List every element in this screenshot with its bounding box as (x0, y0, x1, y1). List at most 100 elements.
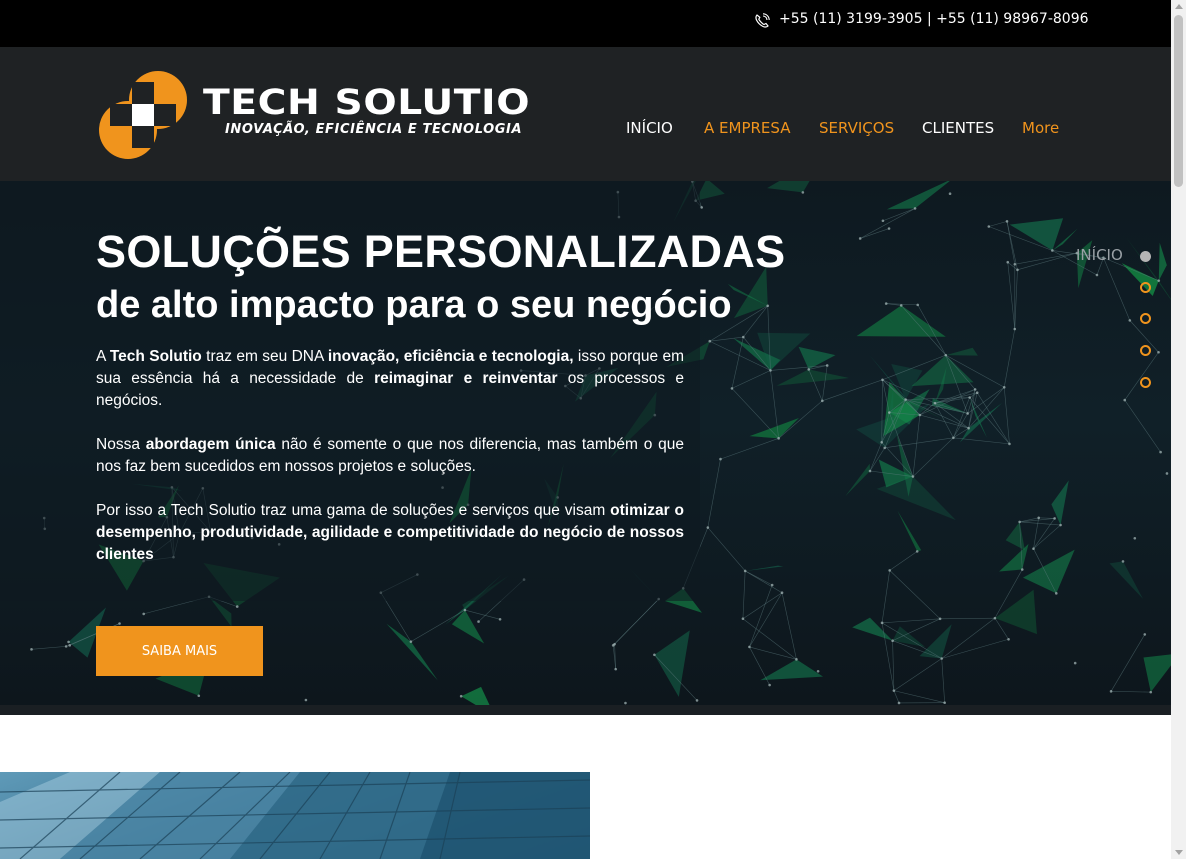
network-node (938, 617, 942, 621)
network-node (30, 648, 33, 651)
network-triangle (1158, 242, 1167, 281)
section-dot-5[interactable] (1140, 377, 1151, 388)
network-triangle (760, 659, 824, 681)
hero-title: SOLUÇÕES PERSONALIZADAS (96, 226, 786, 277)
network-node (891, 639, 894, 643)
network-node (477, 620, 480, 623)
network-node (67, 640, 70, 644)
network-node (816, 669, 820, 673)
network-triangle (386, 623, 438, 681)
network-node (1018, 520, 1021, 524)
network-node (1051, 249, 1054, 252)
network-node (118, 622, 121, 625)
network-node (1121, 560, 1125, 563)
network-line (881, 570, 890, 623)
network-node (1007, 637, 1010, 641)
network-node (614, 667, 617, 671)
nav-item-clientes[interactable]: CLIENTES (922, 119, 994, 137)
section-dot-1[interactable] (1140, 251, 1151, 262)
network-node (197, 694, 201, 698)
network-node (1143, 633, 1147, 636)
network-node (1002, 385, 1006, 389)
scroll-thumb[interactable] (1174, 15, 1183, 187)
phone-ring-icon (755, 13, 770, 28)
network-node (304, 698, 308, 702)
section-dot-2[interactable] (1140, 282, 1151, 293)
network-node (1159, 450, 1162, 454)
page: +55 (11) 3199-3905 | +55 (11) 98967-8096… (0, 0, 1171, 859)
network-node (498, 617, 502, 621)
network-line (1003, 328, 1016, 388)
network-line (1111, 691, 1151, 693)
network-line (781, 592, 797, 660)
network-line (941, 658, 945, 703)
network-node (968, 396, 971, 399)
network-line (884, 437, 954, 449)
hero-text-bold: Tech Solutio (109, 348, 202, 365)
network-line (912, 437, 954, 477)
network-node (730, 387, 734, 390)
network-line (893, 690, 945, 703)
network-triangle (886, 181, 950, 210)
logo-wordmark[interactable]: TECH SOLUTIO (203, 83, 530, 123)
scroll-down-arrow-icon[interactable] (1175, 850, 1183, 855)
network-node (706, 526, 710, 529)
hero-subtitle: de alto impacto para o seu negócio (96, 284, 732, 326)
network-triangle (1022, 549, 1075, 594)
network-line (860, 208, 916, 239)
nav-item-a-empresa[interactable]: A EMPRESA (704, 119, 790, 137)
network-node (973, 388, 977, 391)
network-node (1149, 690, 1153, 694)
network-triangle (1121, 263, 1159, 297)
network-node (883, 446, 887, 450)
network-line (893, 690, 900, 704)
network-line (770, 365, 828, 371)
network-node (1109, 690, 1113, 693)
nav-item-more[interactable]: More (1022, 119, 1059, 137)
network-line (953, 437, 1010, 445)
network-node (952, 436, 955, 440)
section-dot-4[interactable] (1140, 345, 1151, 356)
network-node (820, 399, 824, 403)
phone-numbers[interactable]: +55 (11) 3199-3905 | +55 (11) 98967-8096 (779, 11, 1089, 27)
hero-text-run: Nossa (96, 436, 146, 453)
nav-item-inicio[interactable]: INÍCIO (626, 119, 673, 137)
network-line (822, 379, 883, 402)
network-node (975, 391, 979, 395)
network-node (708, 339, 712, 343)
network-line (745, 570, 773, 586)
saiba-mais-button[interactable]: SAIBA MAIS (96, 626, 263, 676)
network-node (741, 617, 745, 621)
network-node (888, 569, 891, 572)
network-node (611, 644, 615, 647)
network-node (68, 644, 71, 647)
network-triangle (852, 617, 893, 641)
network-node (887, 227, 891, 230)
scroll-up-arrow-icon[interactable] (1175, 4, 1183, 9)
network-triangle (745, 565, 784, 571)
network-node (967, 426, 970, 430)
network-node (1008, 442, 1011, 446)
network-node (933, 401, 937, 405)
network-triangle (1005, 521, 1025, 551)
network-node (653, 653, 656, 657)
hero-paragraph: A Tech Solutio traz em seu DNA inovação,… (96, 346, 684, 412)
network-line (941, 638, 1009, 659)
network-node (235, 605, 239, 608)
page-scrollbar[interactable] (1171, 0, 1186, 859)
network-line (822, 365, 828, 401)
network-node (892, 689, 896, 692)
network-line (988, 221, 1008, 227)
hero-divider (0, 705, 1171, 715)
network-line (707, 527, 746, 572)
nav-item-servicos[interactable]: SERVIÇOS (819, 119, 894, 137)
network-line (889, 551, 918, 571)
network-line (889, 570, 941, 620)
network-node (880, 440, 884, 444)
network-line (731, 370, 771, 389)
network-node (741, 335, 745, 339)
logo-mark-icon[interactable] (99, 71, 187, 159)
section-dot-3[interactable] (1140, 313, 1151, 324)
network-line (749, 646, 770, 686)
network-line (1007, 262, 1016, 330)
